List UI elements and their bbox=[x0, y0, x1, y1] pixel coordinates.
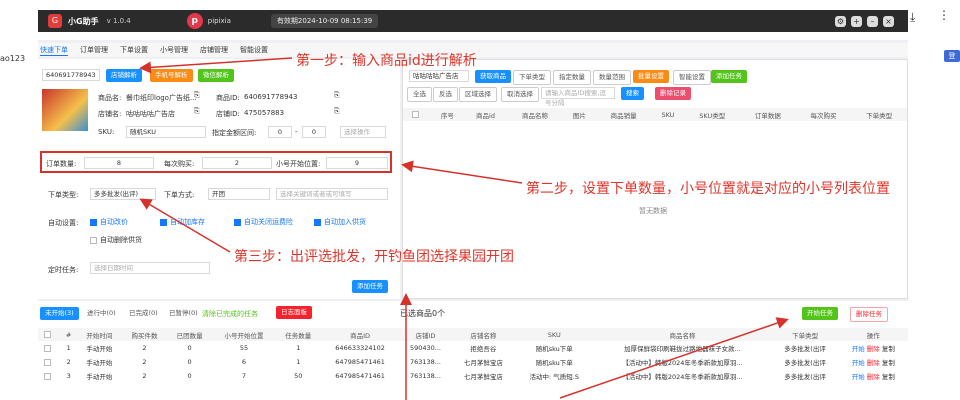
step2-annotation: 第二步，设置下单数量，小号位置就是对应的小号列表位置 bbox=[526, 181, 890, 197]
step2-arrow bbox=[401, 160, 523, 184]
step1-annotation: 第一步：输入商品id进行解析 bbox=[296, 53, 477, 69]
step3-arrow bbox=[139, 198, 231, 253]
step1-arrow bbox=[139, 57, 293, 74]
step3-annotation: 第三步：出评选批发，开钓鱼团选择果园开团 bbox=[234, 249, 514, 265]
start-task-arrow bbox=[559, 317, 789, 399]
annotation-arrows bbox=[139, 57, 789, 400]
